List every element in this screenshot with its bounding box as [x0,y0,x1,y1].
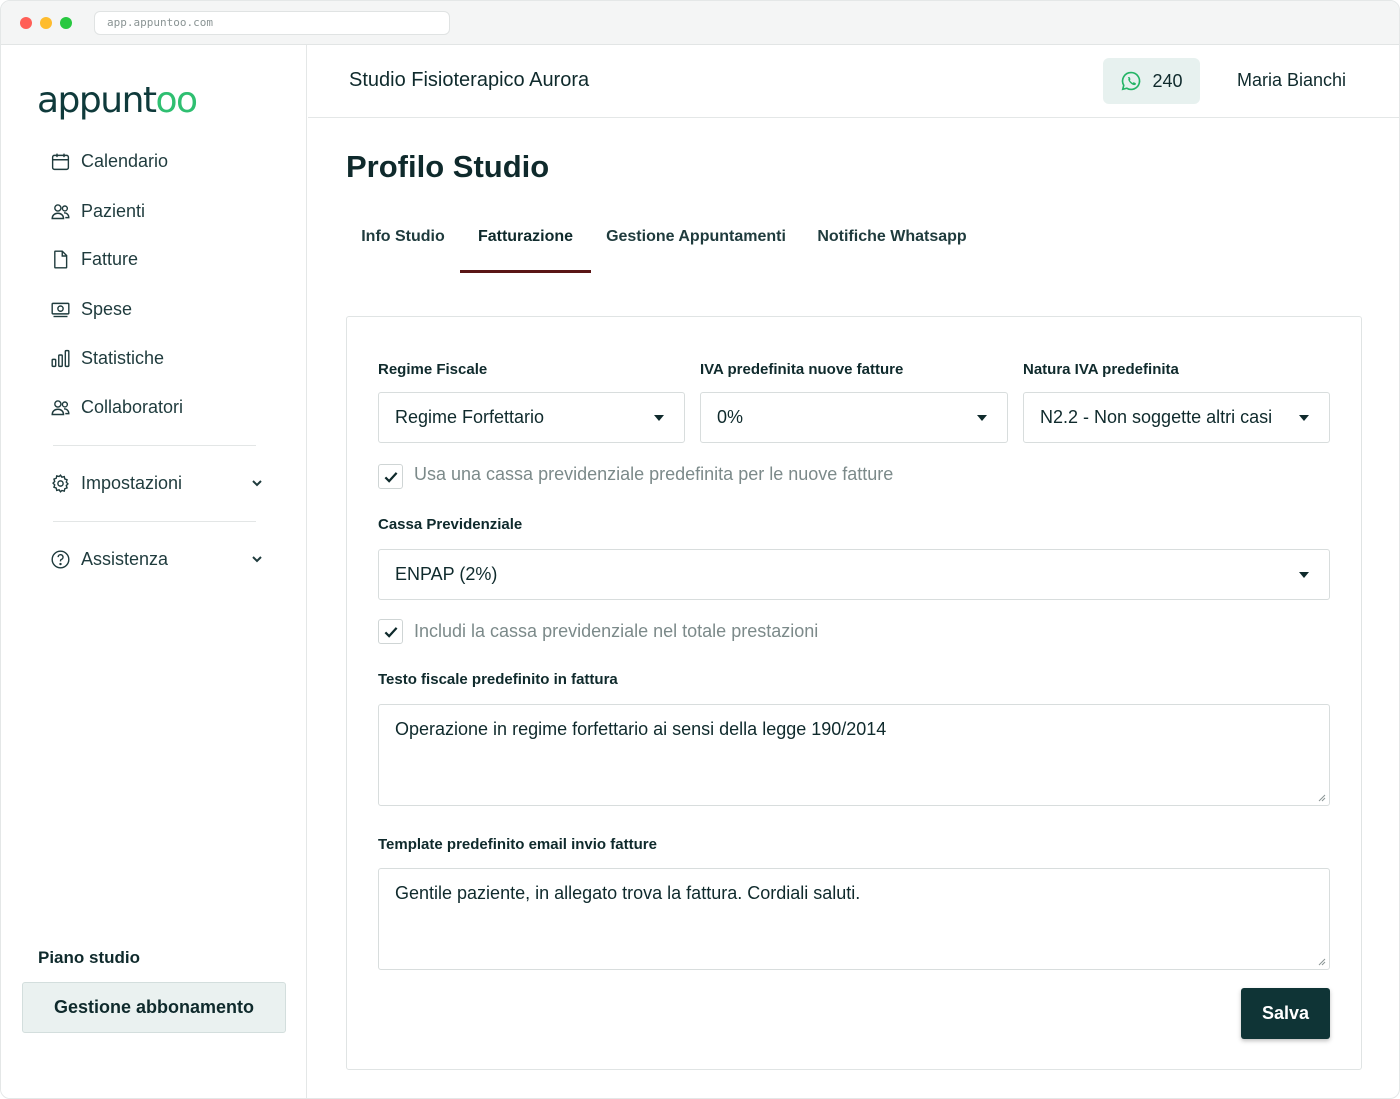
whatsapp-icon [1122,71,1141,91]
caret-down-icon [977,415,987,421]
browser-chrome: app.appuntoo.com [1,1,1399,45]
close-window-button[interactable] [20,17,32,29]
app-window: app.appuntoo.com appuntoo Calendario Paz… [0,0,1400,1099]
sidebar-item-label: Calendario [81,150,169,171]
regime-fiscale-label: Regime Fiscale [378,361,488,378]
checkmark-icon [384,626,397,638]
page-title: Profilo Studio [346,149,550,184]
include-cassa-checkbox[interactable] [378,619,403,644]
template-email-value: Gentile paziente, in allegato trova la f… [395,883,861,903]
tab-notifiche-whatsapp[interactable]: Notifiche Whatsapp [801,221,983,273]
user-menu[interactable]: Maria Bianchi [1237,70,1346,91]
cassa-previdenziale-value: ENPAP (2%) [395,564,498,584]
sidebar-item-calendario[interactable]: Calendario [49,146,168,176]
calendar-icon [49,150,71,172]
sidebar-item-fatture[interactable]: Fatture [49,244,138,274]
gear-icon [49,472,71,494]
sidebar-item-label: Spese [81,298,133,319]
cassa-previdenziale-select[interactable]: ENPAP (2%) [378,549,1330,600]
use-cassa-label: Usa una cassa previdenziale predefinita … [414,464,894,484]
resize-grip-icon[interactable] [1316,956,1326,966]
minimize-window-button[interactable] [40,17,52,29]
sidebar-item-label: Statistiche [81,347,165,368]
sidebar-item-impostazioni[interactable]: Impostazioni [49,468,182,498]
bar-chart-icon [49,347,71,369]
maximize-window-button[interactable] [60,17,72,29]
users-icon [49,200,71,222]
sidebar-item-pazienti[interactable]: Pazienti [49,196,145,226]
testo-fiscale-textarea[interactable]: Operazione in regime forfettario ai sens… [378,704,1330,806]
template-email-textarea[interactable]: Gentile paziente, in allegato trova la f… [378,868,1330,970]
sidebar-divider [53,445,256,446]
top-bar: Studio Fisioterapico Aurora 240 Maria Bi… [308,45,1399,118]
logo-text-main: appunt [37,80,157,121]
regime-fiscale-value: Regime Forfettario [395,407,545,427]
file-icon [49,248,71,270]
include-cassa-label: Includi la cassa previdenziale nel total… [414,621,819,641]
tab-gestione-appuntamenti[interactable]: Gestione Appuntamenti [591,221,801,273]
app-logo[interactable]: appuntoo [37,80,199,121]
whatsapp-credits-badge[interactable]: 240 [1103,58,1200,104]
natura-iva-value: N2.2 - Non soggette altri casi [1040,407,1273,427]
natura-iva-select[interactable]: N2.2 - Non soggette altri casi [1023,392,1330,443]
sidebar-item-label: Collaboratori [81,396,184,417]
save-button[interactable]: Salva [1241,988,1330,1039]
natura-iva-label: Natura IVA predefinita [1023,361,1179,378]
chevron-down-icon[interactable] [247,549,267,569]
cassa-previdenziale-label: Cassa Previdenziale [378,516,523,533]
sidebar: appuntoo Calendario Pazienti Fatture Spe… [1,45,307,1098]
sidebar-divider [53,521,256,522]
checkmark-icon [384,471,397,483]
caret-down-icon [1299,415,1309,421]
tab-info-studio[interactable]: Info Studio [346,221,460,273]
use-cassa-checkbox[interactable] [378,464,403,489]
billing-settings-card: Regime Fiscale IVA predefinita nuove fat… [346,316,1362,1070]
manage-subscription-button[interactable]: Gestione abbonamento [22,982,286,1033]
sidebar-item-label: Pazienti [81,200,146,221]
plan-label: Piano studio [38,948,140,967]
iva-select[interactable]: 0% [700,392,1008,443]
whatsapp-count: 240 [1152,70,1183,91]
sidebar-item-collaboratori[interactable]: Collaboratori [49,392,183,422]
sidebar-item-statistiche[interactable]: Statistiche [49,343,164,373]
sidebar-item-label: Fatture [81,248,139,269]
resize-grip-icon[interactable] [1316,792,1326,802]
chevron-down-icon[interactable] [247,473,267,493]
cash-icon [49,298,71,320]
tab-fatturazione[interactable]: Fatturazione [460,221,591,273]
logo-text-accent: oo [155,80,199,121]
testo-fiscale-label: Testo fiscale predefinito in fattura [378,671,618,688]
testo-fiscale-value: Operazione in regime forfettario ai sens… [395,719,887,739]
iva-value: 0% [717,407,744,427]
iva-label: IVA predefinita nuove fatture [700,361,904,378]
users-icon [49,396,71,418]
template-email-label: Template predefinito email invio fatture [378,836,657,853]
regime-fiscale-select[interactable]: Regime Forfettario [378,392,685,443]
sidebar-item-label: Impostazioni [81,472,183,493]
sidebar-item-assistenza[interactable]: Assistenza [49,544,168,574]
studio-name: Studio Fisioterapico Aurora [349,69,590,91]
caret-down-icon [1299,572,1309,578]
sidebar-item-spese[interactable]: Spese [49,294,132,324]
caret-down-icon [654,415,664,421]
help-circle-icon [49,548,71,570]
url-bar[interactable]: app.appuntoo.com [94,11,450,35]
sidebar-item-label: Assistenza [81,548,169,569]
